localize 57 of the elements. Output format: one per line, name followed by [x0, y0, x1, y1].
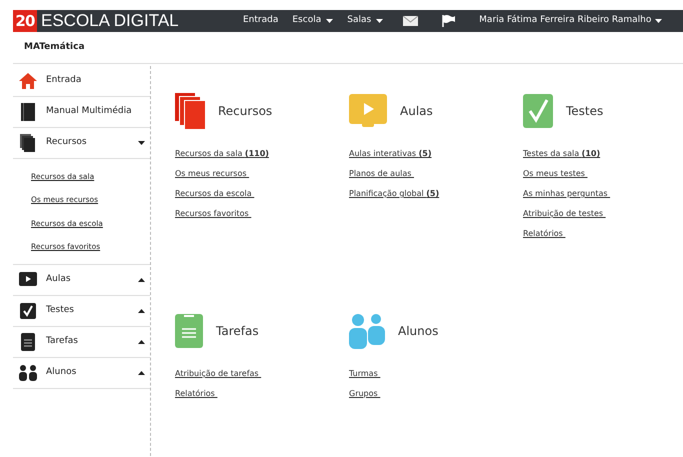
sidebar-item[interactable]: Aulas	[13, 265, 150, 296]
page-title: MATemática	[24, 40, 85, 54]
section-title: Testes	[566, 103, 604, 120]
sidebar-item[interactable]: Testes	[13, 296, 150, 327]
section-title: Alunos	[398, 323, 438, 340]
section-link[interactable]: Relatórios	[523, 228, 683, 240]
section-link[interactable]: Atribuição de tarefas	[175, 368, 349, 380]
sidebar-item[interactable]: Entrada	[13, 66, 150, 97]
checkmark-icon	[523, 94, 553, 128]
section-link[interactable]: Recursos da sala (110)	[175, 148, 349, 160]
mail-icon[interactable]	[403, 16, 418, 26]
caret-icon	[138, 141, 145, 145]
book-icon	[19, 102, 37, 122]
users-icon	[349, 313, 385, 349]
nav-link[interactable]: Entrada	[243, 14, 278, 28]
caret-icon	[655, 19, 662, 23]
logo-number: 20	[13, 10, 37, 32]
clipboard-icon	[20, 332, 36, 352]
home-icon	[18, 72, 38, 90]
sidebar-item[interactable]: Tarefas	[13, 327, 150, 358]
caret-icon	[138, 371, 145, 375]
play-icon	[18, 271, 38, 289]
section-link[interactable]: Atribuição de testes	[523, 208, 683, 220]
section-link[interactable]: Recursos da escola	[175, 188, 349, 200]
nav-link[interactable]: Salas	[347, 14, 384, 28]
section-link[interactable]: Planificação global (5)	[349, 188, 523, 200]
section-title: Tarefas	[216, 323, 259, 340]
caret-icon	[138, 340, 145, 344]
documents-icon	[19, 133, 37, 153]
section-link[interactable]: Planos de aulas	[349, 168, 523, 180]
section-title: Recursos	[218, 103, 272, 120]
clipboard-icon	[175, 314, 203, 348]
nav-link[interactable]: Escola	[292, 14, 334, 28]
logo-text: ESCOLA DIGITAL	[41, 10, 180, 32]
section-link[interactable]: Relatórios	[175, 388, 349, 400]
section-link[interactable]: Recursos favoritos	[175, 208, 349, 220]
play-icon	[349, 94, 387, 128]
caret-icon	[376, 19, 384, 23]
users-icon	[18, 364, 38, 382]
caret-icon	[326, 19, 334, 23]
section-link[interactable]: Grupos	[349, 388, 523, 400]
section-link[interactable]: Os meus testes	[523, 168, 683, 180]
checkbox-icon	[19, 302, 37, 320]
section-link[interactable]: As minhas perguntas	[523, 188, 683, 200]
sidebar-item[interactable]: Manual Multimédia	[13, 97, 150, 128]
section-link[interactable]: Aulas interativas (5)	[349, 148, 523, 160]
section-link[interactable]: Os meus recursos	[175, 168, 349, 180]
section-link[interactable]: Testes da sala (10)	[523, 148, 683, 160]
sidebar-item[interactable]: Recursos	[13, 128, 150, 159]
sidebar-item[interactable]: Alunos	[13, 358, 150, 389]
caret-icon	[138, 309, 145, 313]
user-menu[interactable]: Maria Fátima Ferreira Ribeiro Ramalho	[479, 14, 662, 28]
section-title: Aulas	[400, 103, 433, 120]
section-link[interactable]: Turmas	[349, 368, 523, 380]
flag-icon[interactable]	[442, 15, 456, 27]
caret-icon	[138, 278, 145, 282]
documents-icon	[175, 93, 205, 129]
